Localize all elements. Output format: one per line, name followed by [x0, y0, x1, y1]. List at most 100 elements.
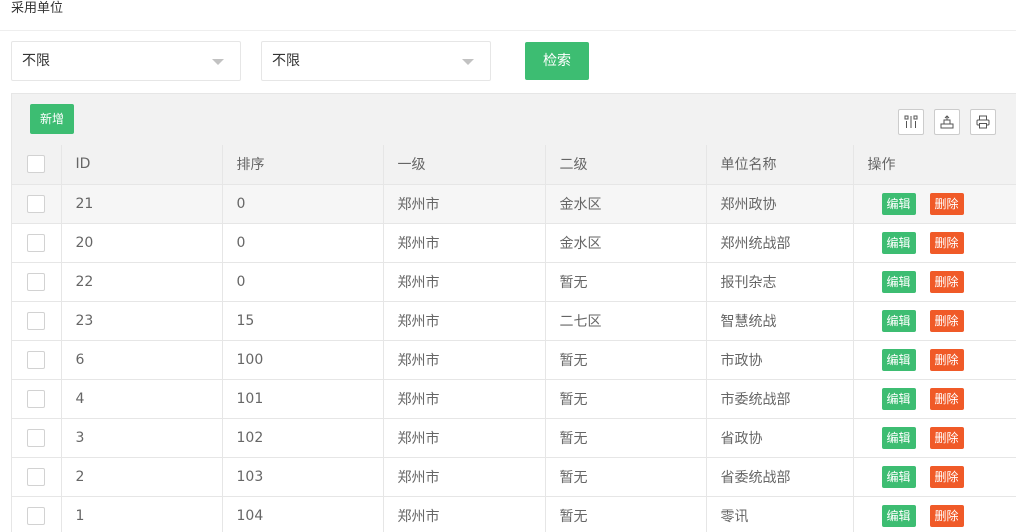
level2-select[interactable]: 不限: [261, 41, 491, 81]
row-actions: 编辑 删除: [854, 270, 1016, 293]
edit-button[interactable]: 编辑: [881, 465, 916, 488]
row-checkbox[interactable]: [27, 233, 46, 252]
cell-sort: 102: [222, 418, 384, 458]
cell-level1: 郑州市: [383, 184, 546, 224]
cell-level1: 郑州市: [383, 301, 546, 341]
table-row[interactable]: 21 0 郑州市 金水区 郑州政协 编辑 删除: [12, 184, 1016, 224]
add-button[interactable]: 新增: [30, 104, 74, 134]
cell-level1: 郑州市: [383, 418, 546, 458]
columns-button[interactable]: [898, 109, 924, 135]
row-checkbox[interactable]: [27, 467, 46, 486]
row-select-cell[interactable]: [12, 262, 62, 302]
table-row[interactable]: 2 103 郑州市 暂无 省委统战部 编辑 删除: [12, 457, 1016, 497]
title-divider: [0, 30, 1016, 31]
column-header-level1[interactable]: 一级: [383, 145, 546, 185]
row-checkbox[interactable]: [27, 311, 46, 330]
cell-level2: 金水区: [545, 223, 707, 263]
cell-level1: 郑州市: [383, 457, 546, 497]
row-checkbox[interactable]: [27, 506, 46, 525]
row-select-cell[interactable]: [12, 223, 62, 263]
table-row[interactable]: 23 15 郑州市 二七区 智慧统战 编辑 删除: [12, 301, 1016, 341]
table-row[interactable]: 4 101 郑州市 暂无 市委统战部 编辑 删除: [12, 379, 1016, 419]
column-header-unit-name[interactable]: 单位名称: [706, 145, 854, 185]
print-icon: [976, 115, 990, 129]
cell-level1: 郑州市: [383, 223, 546, 263]
edit-button[interactable]: 编辑: [881, 387, 916, 410]
delete-button[interactable]: 删除: [929, 231, 964, 254]
cell-level2: 二七区: [545, 301, 707, 341]
edit-button[interactable]: 编辑: [881, 270, 916, 293]
row-select-cell[interactable]: [12, 340, 62, 380]
delete-button[interactable]: 删除: [929, 348, 964, 371]
edit-button[interactable]: 编辑: [881, 426, 916, 449]
table-toolbar: 新增: [12, 94, 1016, 146]
cell-unit-name: 市政协: [706, 340, 854, 380]
cell-unit-name: 零讯: [706, 496, 854, 532]
cell-id: 23: [61, 301, 223, 341]
row-select-cell[interactable]: [12, 418, 62, 458]
page-title: 采用单位: [11, 1, 64, 16]
header-select-all[interactable]: [12, 145, 62, 185]
edit-button[interactable]: 编辑: [881, 504, 916, 527]
cell-level2: 暂无: [545, 457, 707, 497]
cell-unit-name: 智慧统战: [706, 301, 854, 341]
row-checkbox[interactable]: [27, 194, 46, 213]
cell-level1: 郑州市: [383, 340, 546, 380]
delete-button[interactable]: 删除: [929, 270, 964, 293]
row-actions: 编辑 删除: [854, 387, 1016, 410]
cell-id: 22: [61, 262, 223, 302]
row-select-cell[interactable]: [12, 379, 62, 419]
print-button[interactable]: [970, 109, 996, 135]
cell-sort: 103: [222, 457, 384, 497]
cell-unit-name: 市委统战部: [706, 379, 854, 419]
row-checkbox[interactable]: [27, 389, 46, 408]
cell-actions: 编辑 删除: [853, 262, 1016, 302]
row-select-cell[interactable]: [12, 457, 62, 497]
cell-actions: 编辑 删除: [853, 301, 1016, 341]
delete-button[interactable]: 删除: [929, 387, 964, 410]
row-checkbox[interactable]: [27, 350, 46, 369]
cell-sort: 0: [222, 262, 384, 302]
row-actions: 编辑 删除: [854, 309, 1016, 332]
table-row[interactable]: 22 0 郑州市 暂无 报刊杂志 编辑 删除: [12, 262, 1016, 302]
cell-level2: 暂无: [545, 418, 707, 458]
cell-level1: 郑州市: [383, 262, 546, 302]
column-header-sort[interactable]: 排序: [222, 145, 384, 185]
table-row[interactable]: 3 102 郑州市 暂无 省政协 编辑 删除: [12, 418, 1016, 458]
delete-button[interactable]: 删除: [929, 504, 964, 527]
row-select-cell[interactable]: [12, 496, 62, 532]
column-header-level2[interactable]: 二级: [545, 145, 707, 185]
edit-button[interactable]: 编辑: [881, 192, 916, 215]
row-checkbox[interactable]: [27, 272, 46, 291]
table-row[interactable]: 1 104 郑州市 暂无 零讯 编辑 删除: [12, 496, 1016, 532]
table-row[interactable]: 20 0 郑州市 金水区 郑州统战部 编辑 删除: [12, 223, 1016, 263]
column-header-id[interactable]: ID: [61, 145, 223, 185]
delete-button[interactable]: 删除: [929, 309, 964, 332]
edit-button[interactable]: 编辑: [881, 231, 916, 254]
select-all-checkbox[interactable]: [27, 155, 46, 174]
row-select-cell[interactable]: [12, 184, 62, 224]
edit-button[interactable]: 编辑: [881, 348, 916, 371]
search-button[interactable]: 检索: [525, 42, 589, 80]
delete-button[interactable]: 删除: [929, 426, 964, 449]
row-actions: 编辑 删除: [854, 465, 1016, 488]
table-row[interactable]: 6 100 郑州市 暂无 市政协 编辑 删除: [12, 340, 1016, 380]
delete-button[interactable]: 删除: [929, 465, 964, 488]
export-button[interactable]: [934, 109, 960, 135]
units-table: ID 排序 一级 二级 单位名称 操作 21 0 郑州市 金水区 郑州政协 编辑 删除 20 0…: [12, 145, 1016, 532]
cell-unit-name: 省委统战部: [706, 457, 854, 497]
table-header-row: ID 排序 一级 二级 单位名称 操作: [12, 145, 1016, 185]
cell-level2: 暂无: [545, 262, 707, 302]
cell-id: 4: [61, 379, 223, 419]
row-checkbox[interactable]: [27, 428, 46, 447]
edit-button[interactable]: 编辑: [881, 309, 916, 332]
cell-unit-name: 报刊杂志: [706, 262, 854, 302]
row-select-cell[interactable]: [12, 301, 62, 341]
delete-button[interactable]: 删除: [929, 192, 964, 215]
level1-select[interactable]: 不限: [11, 41, 241, 81]
chevron-down-icon: [212, 59, 224, 65]
cell-level1: 郑州市: [383, 496, 546, 532]
cell-level1: 郑州市: [383, 379, 546, 419]
cell-id: 6: [61, 340, 223, 380]
cell-id: 20: [61, 223, 223, 263]
